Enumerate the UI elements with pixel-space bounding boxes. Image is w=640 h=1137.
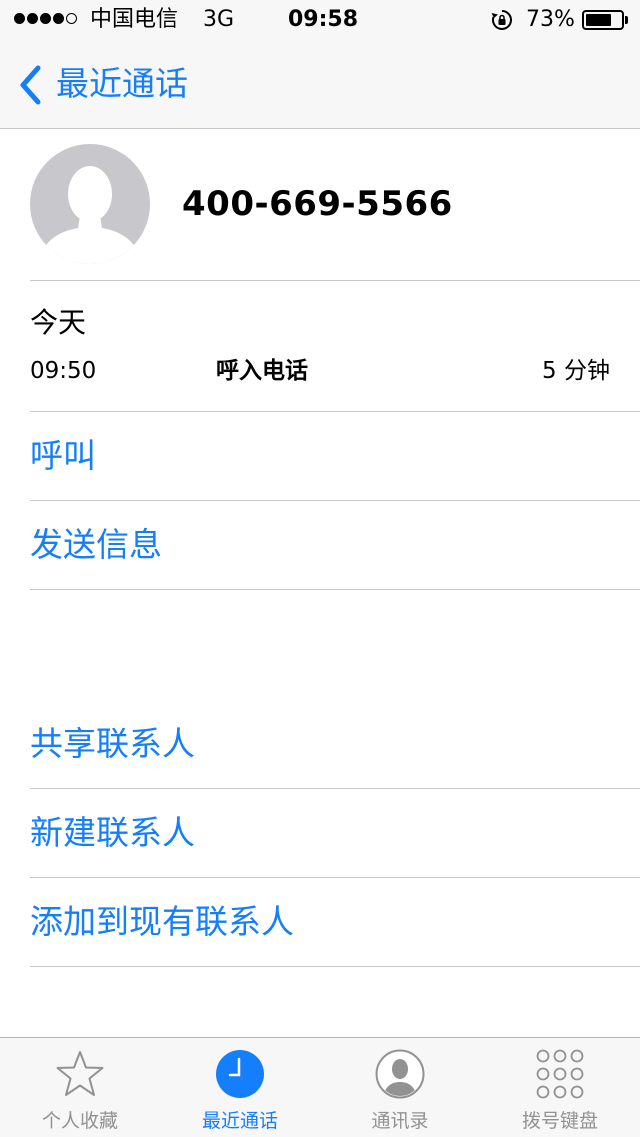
tab-recents[interactable]: 最近通话 <box>160 1037 320 1136</box>
star-icon <box>56 1051 104 1096</box>
call-duration: 5 分钟 <box>542 358 610 384</box>
contacts-icon <box>375 1049 425 1099</box>
status-time: 09:58 <box>288 7 359 32</box>
tab-label: 最近通话 <box>201 1110 278 1132</box>
new-contact-button[interactable]: 新建联系人 <box>30 809 195 857</box>
chevron-left-icon <box>20 65 41 105</box>
tab-label: 通讯录 <box>371 1110 429 1132</box>
divider <box>30 280 640 281</box>
avatar <box>30 144 150 264</box>
network-type: 3G <box>203 7 235 32</box>
back-button-label[interactable]: 最近通话 <box>56 62 188 106</box>
battery-icon <box>582 10 624 30</box>
battery-tip <box>625 16 628 24</box>
person-silhouette-icon <box>38 166 142 264</box>
call-type: 呼入电话 <box>216 358 308 384</box>
call-time: 09:50 <box>30 358 97 384</box>
divider <box>30 500 640 501</box>
divider <box>30 877 640 878</box>
call-date-label: 今天 <box>30 306 87 339</box>
tab-label: 拨号键盘 <box>521 1110 598 1132</box>
rotation-lock-icon <box>491 10 512 30</box>
carrier-name: 中国电信 <box>90 7 179 32</box>
phone-number: 400-669-5566 <box>182 184 453 224</box>
share-contact-button[interactable]: 共享联系人 <box>30 720 195 768</box>
add-to-existing-contact-button[interactable]: 添加到现有联系人 <box>30 898 294 946</box>
signal-strength-icon <box>14 13 77 24</box>
call-button[interactable]: 呼叫 <box>30 432 96 480</box>
tab-contacts[interactable]: 通讯录 <box>320 1037 480 1136</box>
clock-icon <box>216 1050 264 1098</box>
divider <box>30 411 640 412</box>
tab-favorites[interactable]: 个人收藏 <box>0 1037 160 1136</box>
divider <box>30 966 640 967</box>
battery-percent: 73% <box>526 7 575 32</box>
tab-keypad[interactable]: 拨号键盘 <box>480 1037 640 1136</box>
tab-label: 个人收藏 <box>41 1110 118 1132</box>
divider <box>30 788 640 789</box>
send-message-button[interactable]: 发送信息 <box>30 521 162 569</box>
keypad-icon <box>536 1049 584 1099</box>
divider <box>30 589 640 590</box>
